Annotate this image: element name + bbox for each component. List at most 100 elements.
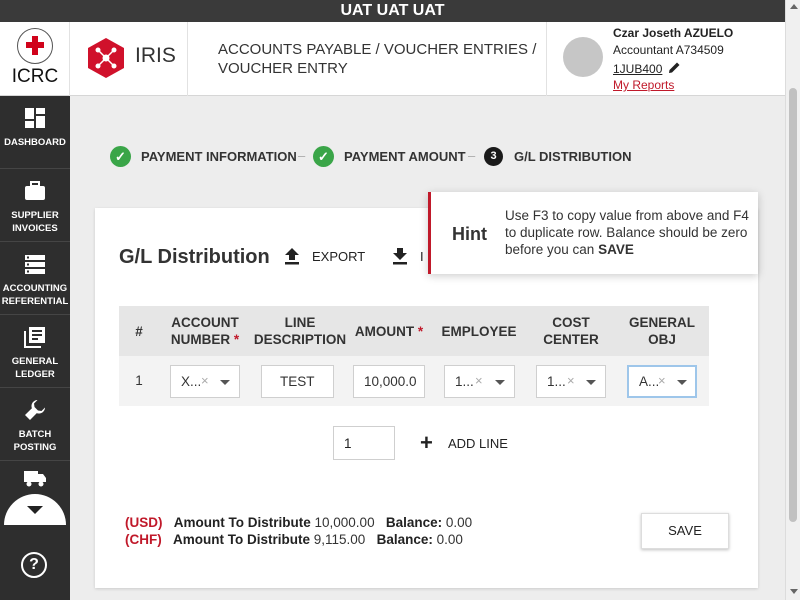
breadcrumb: ACCOUNTS PAYABLE / VOUCHER ENTRIES / VOU… — [218, 40, 538, 78]
sidebar-item-label-line1: ACCOUNTING — [2, 283, 68, 294]
page-scrollbar[interactable] — [785, 0, 800, 600]
sidebar-item-label-line2: POSTING — [13, 442, 57, 453]
column-header-line-description: LINE DESCRIPTION — [252, 306, 348, 356]
amount-input[interactable]: 10,000.0 — [353, 365, 425, 398]
sidebar-item-label: ACCOUNTING REFERENTIAL — [0, 282, 70, 308]
column-header-line2: DESCRIPTION — [253, 332, 347, 347]
icrc-logo-text: ICRC — [11, 66, 59, 87]
sidebar-item-dashboard[interactable]: DASHBOARD — [0, 96, 70, 169]
ledger-icon — [24, 327, 45, 348]
plus-icon: + — [420, 430, 433, 455]
user-panel: Czar Joseth AZUELO Accountant A734509 1J… — [546, 22, 785, 96]
chevron-down-icon[interactable] — [586, 380, 596, 385]
sidebar: DASHBOARD SUPPLIER INVOICES ACCOUNTING R… — [0, 96, 70, 600]
breadcrumb-line-1: ACCOUNTS PAYABLE / VOUCHER ENTRIES / — [218, 41, 537, 58]
step-separator: – — [468, 148, 476, 163]
step-label: G/L DISTRIBUTION — [514, 149, 632, 164]
sidebar-item-accounting-referential[interactable]: ACCOUNTING REFERENTIAL — [0, 242, 70, 315]
scroll-up-arrow-icon[interactable] — [790, 4, 798, 9]
sidebar-item-label-line2: REFERENTIAL — [1, 296, 69, 307]
hint-text-emphasis: SAVE — [598, 242, 634, 257]
iris-logo[interactable]: IRIS — [70, 22, 188, 96]
check-icon: ✓ — [110, 146, 131, 167]
icrc-emblem-icon — [17, 28, 53, 64]
sidebar-collapse-button[interactable] — [4, 494, 66, 525]
line-count-input[interactable]: 1 — [333, 426, 395, 460]
required-marker: * — [417, 323, 424, 339]
employee-select[interactable]: 1... × — [444, 365, 515, 398]
sidebar-item-label-line1: BATCH — [18, 429, 52, 440]
sidebar-item-label-line2: INVOICES — [12, 223, 58, 234]
line-description-input[interactable]: TEST — [261, 365, 334, 398]
truck-icon[interactable] — [23, 468, 47, 488]
sidebar-item-batch-posting[interactable]: BATCH POSTING — [0, 388, 70, 461]
input-value: 10,000.0 — [364, 374, 417, 389]
clear-icon[interactable]: × — [475, 373, 483, 388]
sidebar-item-label-line1: SUPPLIER — [11, 210, 59, 221]
column-header-account-number: ACCOUNT NUMBER * — [163, 306, 247, 356]
column-header-line2: OBJ — [648, 332, 676, 347]
upload-icon — [285, 248, 299, 265]
save-button[interactable]: SAVE — [641, 513, 729, 549]
chevron-down-icon[interactable] — [220, 380, 230, 385]
step-number-badge: 3 — [484, 147, 503, 166]
input-value: 1 — [344, 436, 352, 451]
scrollbar-thumb[interactable] — [789, 88, 797, 522]
column-header-amount: AMOUNT * — [351, 306, 427, 356]
clear-icon[interactable]: × — [658, 373, 666, 388]
required-marker: * — [233, 332, 240, 347]
column-header-cost-center: COST CENTER — [529, 306, 613, 356]
balance-label: Balance: — [385, 515, 443, 530]
sidebar-item-general-ledger[interactable]: GENERAL LEDGER — [0, 315, 70, 388]
general-obj-select[interactable]: A... × — [627, 365, 697, 398]
page-title: G/L Distribution — [119, 246, 270, 268]
amount-value: 10,000.00 — [314, 515, 375, 530]
pencil-icon[interactable] — [668, 61, 681, 74]
row-number: 1 — [135, 373, 143, 388]
avatar[interactable] — [563, 37, 603, 77]
summary-row-chf: (CHF) Amount To Distribute 9,115.00 Bala… — [125, 532, 463, 549]
table-header: # ACCOUNT NUMBER * LINE DESCRIPTION AMOU… — [119, 306, 709, 356]
account-number-select[interactable]: X... × — [170, 365, 240, 398]
chevron-down-icon[interactable] — [495, 380, 505, 385]
column-header-general-obj: GENERAL OBJ — [621, 306, 703, 356]
column-header-line1: ACCOUNT — [171, 315, 239, 330]
sidebar-item-label: DASHBOARD — [4, 137, 66, 148]
column-header-line2: NUMBER — [170, 332, 231, 347]
user-name: Czar Joseth AZUELO — [613, 26, 734, 40]
column-header-employee: EMPLOYEE — [441, 323, 517, 339]
sidebar-item-label: GENERAL LEDGER — [0, 355, 70, 381]
iris-hexagon-icon — [88, 38, 124, 78]
briefcase-icon — [25, 181, 45, 200]
my-reports-link[interactable]: My Reports — [613, 78, 674, 92]
balance-value: 0.00 — [436, 532, 463, 547]
help-icon[interactable]: ? — [21, 552, 47, 578]
user-code-link[interactable]: 1JUB400 — [613, 62, 662, 76]
sidebar-item-supplier-invoices[interactable]: SUPPLIER INVOICES — [0, 169, 70, 242]
breadcrumb-line-2: VOUCHER ENTRY — [218, 60, 348, 77]
export-label: EXPORT — [312, 249, 366, 264]
sidebar-item-label: SUPPLIER INVOICES — [0, 209, 70, 235]
chevron-down-icon[interactable] — [677, 380, 687, 385]
balance-value: 0.00 — [445, 515, 473, 530]
step-label: PAYMENT AMOUNT — [344, 149, 466, 164]
balance-label: Balance: — [376, 532, 433, 547]
step-separator: – — [298, 148, 306, 163]
hint-popover: Hint Use F3 to copy value from above and… — [428, 192, 758, 274]
import-label: I — [420, 249, 424, 264]
scroll-down-arrow-icon[interactable] — [790, 589, 798, 594]
column-header-line1: COST — [552, 315, 590, 330]
cost-center-select[interactable]: 1... × — [536, 365, 606, 398]
sidebar-item-label: BATCH POSTING — [0, 428, 70, 454]
clear-icon[interactable]: × — [201, 373, 209, 388]
clear-icon[interactable]: × — [567, 373, 575, 388]
icrc-logo[interactable]: ICRC — [0, 22, 70, 96]
dashboard-icon — [25, 108, 45, 128]
check-icon: ✓ — [313, 146, 334, 167]
column-header-label: AMOUNT — [354, 323, 415, 339]
amount-label: Amount To Distribute — [173, 515, 311, 530]
add-line-label: ADD LINE — [448, 436, 508, 451]
column-header-line2: CENTER — [543, 332, 599, 347]
input-value: TEST — [280, 374, 315, 389]
list-icon — [25, 255, 45, 274]
